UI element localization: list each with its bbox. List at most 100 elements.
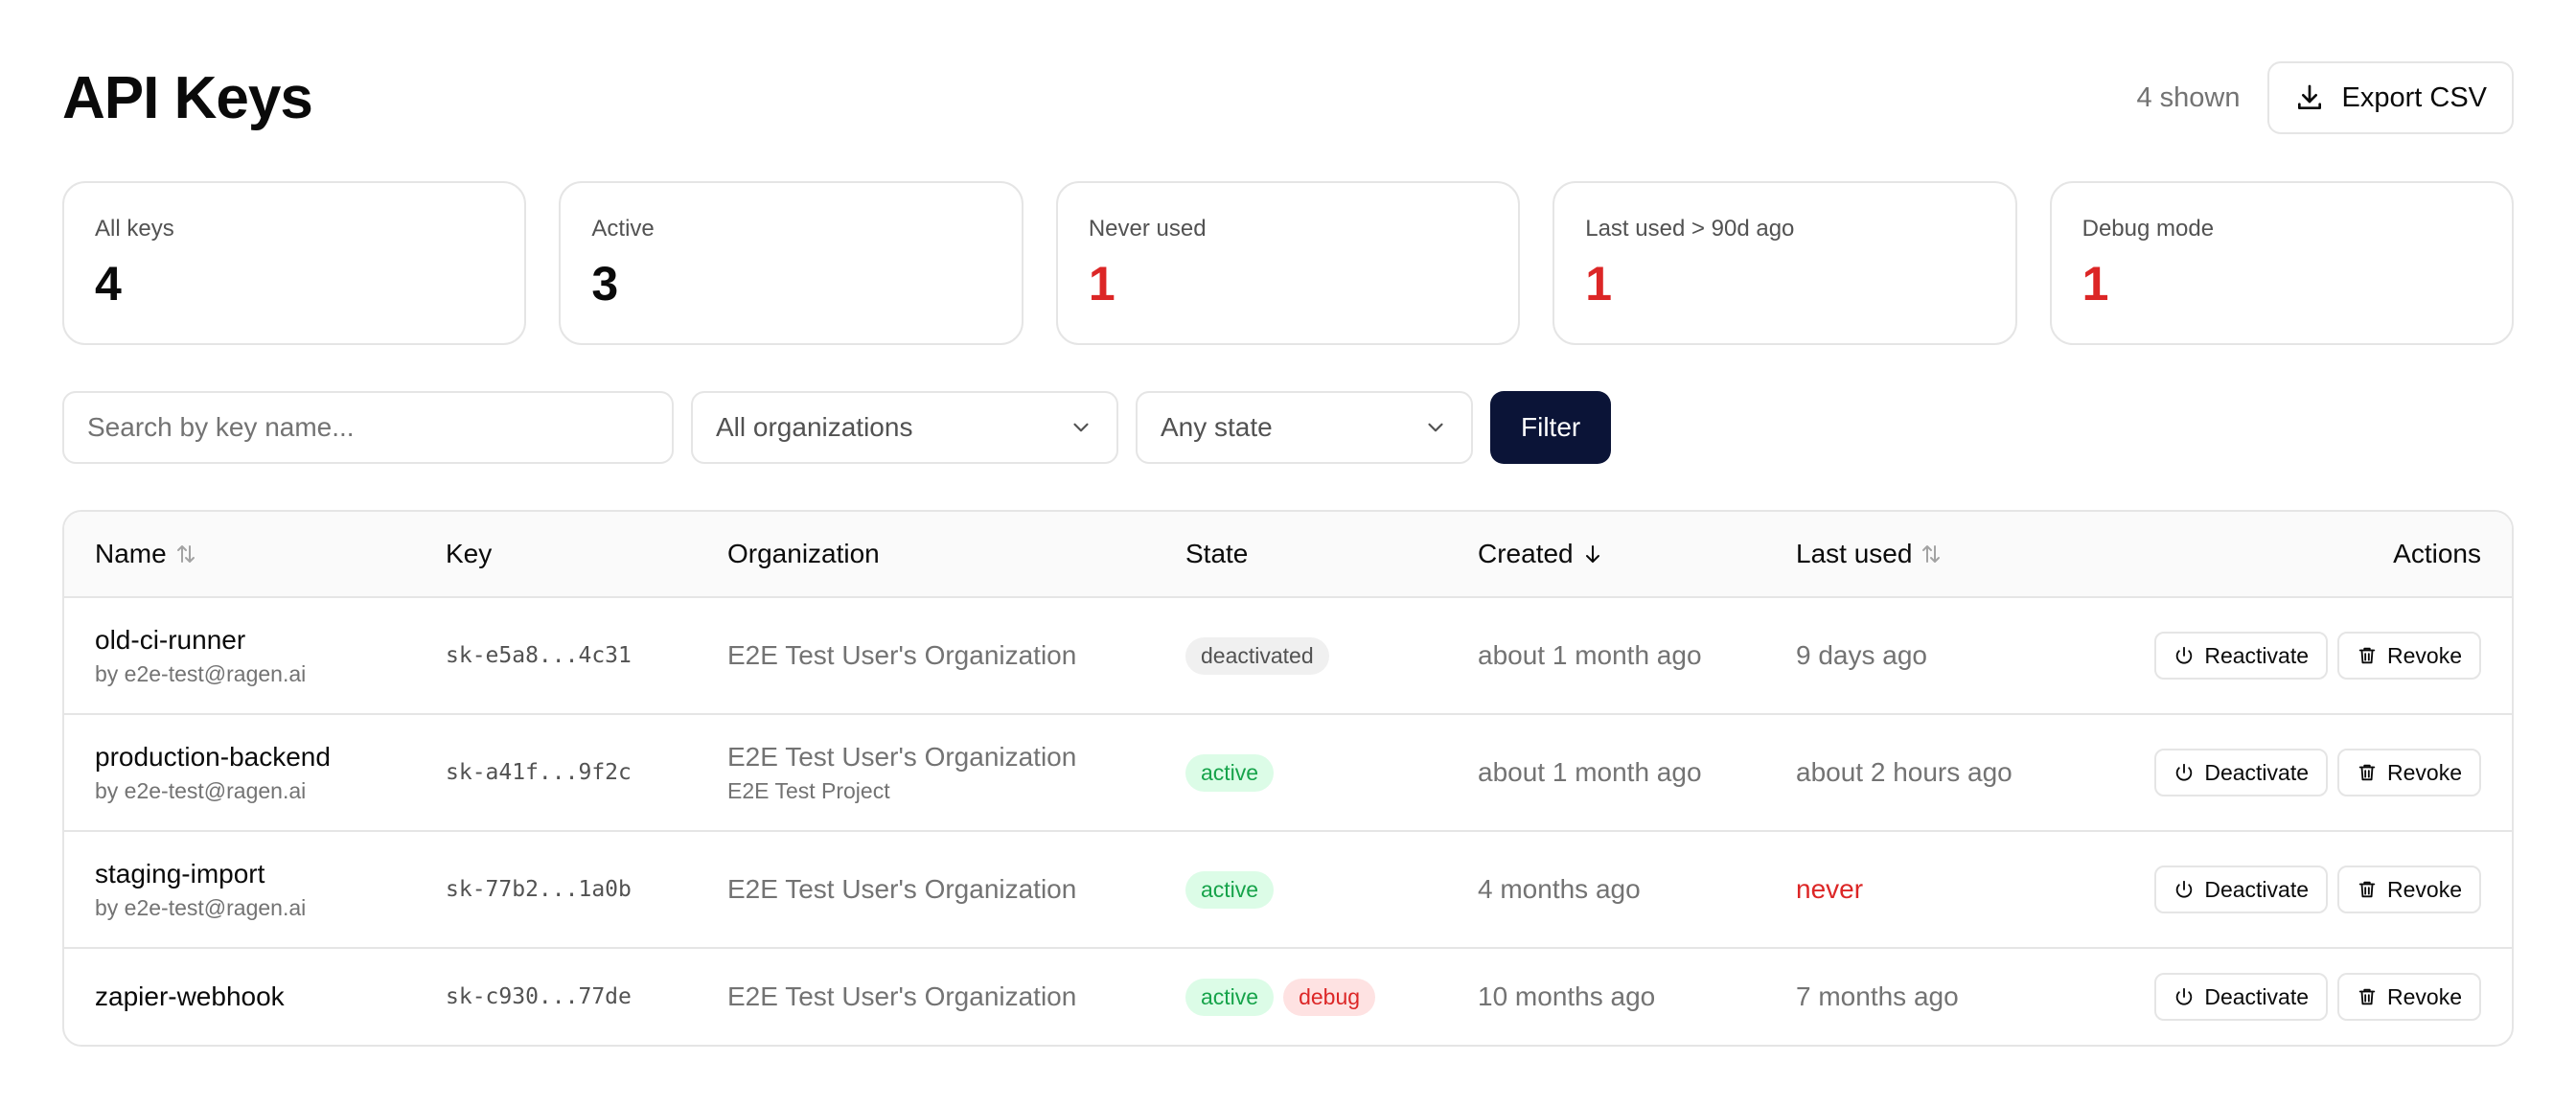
filter-button[interactable]: Filter <box>1490 391 1612 464</box>
organization-select[interactable]: All organizations <box>691 391 1118 464</box>
org-cell: E2E Test User's Organization <box>727 640 1185 671</box>
key-name-cell: production-backend by e2e-test@ragen.ai <box>95 742 446 804</box>
column-header-label: Actions <box>2393 539 2481 568</box>
column-header-label: Organization <box>727 539 880 568</box>
deactivate-button[interactable]: Deactivate <box>2154 866 2329 913</box>
stat-label: Last used > 90d ago <box>1585 216 1795 242</box>
chevron-down-icon <box>1073 423 1089 432</box>
status-badge: deactivated <box>1185 636 1329 675</box>
export-csv-label: Export CSV <box>2341 81 2488 113</box>
trash-icon <box>2358 764 2376 781</box>
export-csv-button[interactable]: Export CSV <box>2266 61 2514 134</box>
stat-value: 1 <box>2082 257 2109 311</box>
project-name: E2E Test Project <box>727 777 890 803</box>
deactivate-label: Deactivate <box>2204 983 2310 1009</box>
key-name: staging-import <box>95 858 265 889</box>
column-header-name[interactable]: Name <box>95 539 446 569</box>
org-cell: E2E Test User's Organization E2E Test Pr… <box>727 742 1185 804</box>
revoke-button[interactable]: Revoke <box>2337 866 2481 913</box>
download-icon <box>2297 84 2321 109</box>
key-owner: by e2e-test@ragen.ai <box>95 660 307 686</box>
actions-cell: Reactivate Revoke <box>2083 632 2481 680</box>
stat-value: 1 <box>1585 257 1613 311</box>
key-owner: by e2e-test@ragen.ai <box>95 777 307 803</box>
search-input[interactable] <box>62 391 674 464</box>
column-header-organization: Organization <box>727 539 1185 569</box>
last-used-cell: never <box>1796 874 1864 904</box>
state-select-value: Any state <box>1161 412 1273 442</box>
deactivate-button[interactable]: Deactivate <box>2154 973 2329 1021</box>
page-header: API Keys 4 shown Export CSV <box>62 59 2514 136</box>
revoke-button[interactable]: Revoke <box>2337 632 2481 680</box>
stat-value: 1 <box>1088 257 1116 311</box>
column-header-created[interactable]: Created <box>1478 539 1796 569</box>
status-badge: active <box>1185 978 1275 1016</box>
stats-row: All keys 4 Active 3 Never used 1 Last us… <box>62 181 2515 345</box>
row-actions: Reactivate Revoke <box>2154 632 2481 680</box>
column-header-state: State <box>1185 539 1478 569</box>
arrow-down-icon <box>1585 545 1599 563</box>
deactivate-button[interactable]: Deactivate <box>2154 749 2329 796</box>
org-cell: E2E Test User's Organization <box>727 874 1185 905</box>
filter-bar: All organizations Any state Filter <box>62 391 1612 464</box>
created-cell: 10 months ago <box>1478 981 1656 1011</box>
column-header-last-used[interactable]: Last used <box>1796 539 2083 569</box>
deactivate-label: Deactivate <box>2204 876 2310 902</box>
state-cell: deactivated <box>1185 636 1478 675</box>
row-actions: Deactivate Revoke <box>2154 973 2481 1021</box>
stat-card-never-used: Never used 1 <box>1055 181 1521 345</box>
key-value: sk-e5a8...4c31 <box>446 643 632 668</box>
state-cell: active debug <box>1185 978 1478 1016</box>
key-name: production-backend <box>95 741 331 772</box>
column-header-label: Key <box>446 539 493 568</box>
state-cell: active <box>1185 753 1478 792</box>
power-icon <box>2176 763 2193 781</box>
revoke-button[interactable]: Revoke <box>2337 749 2481 796</box>
org-name: E2E Test User's Organization <box>727 741 1077 772</box>
shown-count: 4 shown <box>2136 81 2241 113</box>
reactivate-button[interactable]: Reactivate <box>2154 632 2329 680</box>
reactivate-label: Reactivate <box>2204 642 2310 668</box>
last-used-cell: 7 months ago <box>1796 981 1959 1011</box>
column-header-label: State <box>1185 539 1249 568</box>
actions-cell: Deactivate Revoke <box>2083 866 2481 913</box>
key-name-cell: zapier-webhook <box>95 981 446 1012</box>
stat-label: Never used <box>1088 216 1207 242</box>
revoke-label: Revoke <box>2387 642 2462 668</box>
actions-cell: Deactivate Revoke <box>2083 749 2481 796</box>
column-header-label: Name <box>95 539 167 568</box>
page-title: API Keys <box>62 64 313 131</box>
chevron-down-icon <box>1428 423 1443 432</box>
trash-icon <box>2358 988 2376 1005</box>
trash-icon <box>2358 881 2376 898</box>
created-cell: 4 months ago <box>1478 874 1641 904</box>
last-used-cell: 9 days ago <box>1796 640 1927 670</box>
stat-card-debug-mode: Debug mode 1 <box>2049 181 2515 345</box>
stat-label: Debug mode <box>2082 216 2215 242</box>
api-keys-page: API Keys 4 shown Export CSV All keys 4 A… <box>0 0 2576 1108</box>
key-name: zapier-webhook <box>95 981 285 1011</box>
key-name-cell: old-ci-runner by e2e-test@ragen.ai <box>95 625 446 687</box>
power-icon <box>2176 987 2193 1005</box>
key-value: sk-c930...77de <box>446 984 632 1009</box>
status-badge: active <box>1185 870 1275 909</box>
header-actions: 4 shown Export CSV <box>2136 61 2514 134</box>
key-value: sk-77b2...1a0b <box>446 877 632 902</box>
row-actions: Deactivate Revoke <box>2154 749 2481 796</box>
stat-card-last-used-90d: Last used > 90d ago 1 <box>1552 181 2017 345</box>
table-row: production-backend by e2e-test@ragen.ai … <box>64 715 2512 832</box>
row-actions: Deactivate Revoke <box>2154 866 2481 913</box>
trash-icon <box>2358 647 2376 664</box>
stat-value: 4 <box>95 257 122 311</box>
revoke-label: Revoke <box>2387 876 2462 902</box>
column-header-label: Last used <box>1796 539 1913 568</box>
revoke-button[interactable]: Revoke <box>2337 973 2481 1021</box>
debug-badge: debug <box>1283 978 1376 1016</box>
key-owner: by e2e-test@ragen.ai <box>95 894 307 920</box>
revoke-label: Revoke <box>2387 983 2462 1009</box>
key-value: sk-a41f...9f2c <box>446 760 632 785</box>
organization-select-value: All organizations <box>716 412 913 442</box>
stat-card-all-keys: All keys 4 <box>62 181 527 345</box>
power-icon <box>2176 880 2193 898</box>
state-select[interactable]: Any state <box>1136 391 1473 464</box>
